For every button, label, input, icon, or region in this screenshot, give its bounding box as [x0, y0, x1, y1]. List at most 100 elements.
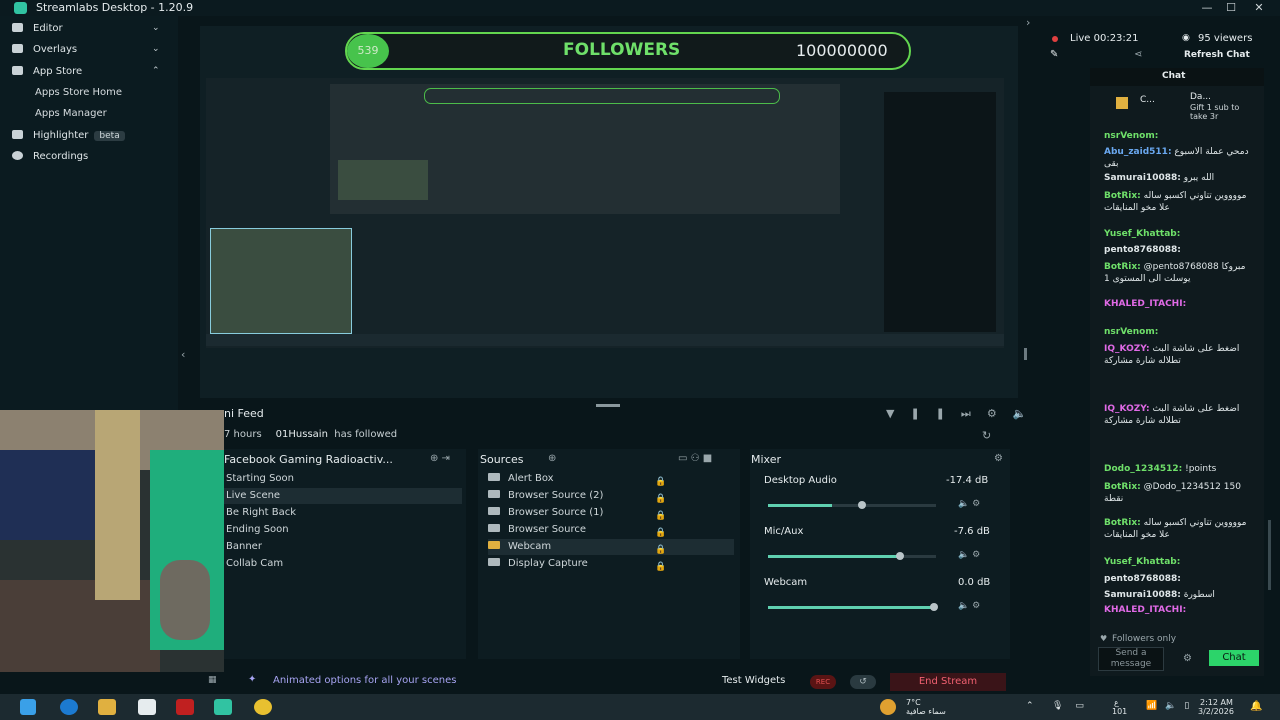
recordings-icon [12, 151, 23, 160]
source-item[interactable]: Display Capture [488, 556, 734, 572]
feed-controls[interactable]: ▼❚❚⏭⚙🔈 [886, 407, 1042, 421]
mixer-channel-name: Webcam [764, 577, 808, 588]
notification-bell-icon[interactable]: 🔔 [1250, 701, 1262, 712]
scene-add-icon[interactable]: ⊕ ⇥ [430, 453, 450, 464]
store-icon[interactable] [138, 699, 156, 715]
chat-message: Yusef_Khattab: [1104, 557, 1181, 567]
source-type-icon [488, 473, 500, 481]
sidebar-item-app-store[interactable]: App Store [12, 66, 82, 77]
nested-webcam-thumb [338, 160, 428, 200]
network-volume-battery-icons[interactable]: 📶🔈▯ [1146, 701, 1197, 711]
scene-item[interactable]: Starting Soon [224, 471, 462, 487]
chat-message: Yusef_Khattab: [1104, 229, 1181, 239]
share-icon[interactable]: ⋖ [1134, 49, 1142, 60]
settings-icon: ⚙ [986, 407, 1013, 420]
edit-icon[interactable]: ✎ [1050, 49, 1058, 60]
resize-handle[interactable] [596, 404, 620, 407]
gear-icon[interactable]: ⚙ [994, 453, 1003, 464]
gear-icon[interactable]: ⚙ [1183, 653, 1192, 664]
volume-slider[interactable] [768, 501, 936, 509]
followers-goal: 100000000 [796, 41, 888, 60]
chat-message: nsrVenom: [1104, 327, 1159, 337]
collapse-sidebar-icon[interactable]: ‹ [181, 348, 185, 361]
language-code: 101 [1112, 707, 1128, 716]
app-logo-icon [14, 2, 27, 14]
scene-item[interactable]: Banner [224, 539, 462, 555]
source-type-icon [488, 490, 500, 498]
filter-icon: ▼ [886, 407, 911, 420]
maximize-button[interactable]: ☐ [1220, 0, 1242, 16]
chat-message: nsrVenom: [1104, 131, 1159, 141]
scene-item[interactable]: Collab Cam [224, 556, 462, 572]
chat-message: pento8768088: [1104, 245, 1181, 255]
source-add-icon[interactable]: ⊕ [548, 453, 556, 464]
mute-icon[interactable]: 🔈 ⚙ [958, 499, 980, 509]
chrome-icon[interactable] [254, 699, 272, 715]
live-dot [1052, 36, 1058, 42]
minimize-button[interactable]: — [1196, 0, 1218, 16]
source-item[interactable]: Browser Source (1) [488, 505, 734, 521]
source-item[interactable]: Browser Source [488, 522, 734, 538]
chat-message: BotRix: مووووين تتاوني اكسبو ساله علا مخ… [1104, 518, 1247, 540]
lock-icon[interactable]: 🔒 🔒 🔒 🔒 🔒 🔒 [655, 474, 666, 576]
webcam-person [160, 560, 210, 640]
sidebar-item-recordings[interactable]: Recordings [12, 151, 88, 162]
chat-scrollbar[interactable] [1268, 520, 1271, 590]
sidebar-item-overlays[interactable]: Overlays [12, 44, 77, 55]
viewer-count: 95 viewers [1198, 33, 1253, 44]
sparkle-icon: ✦ [248, 674, 257, 685]
sidebar-item-highlighter[interactable]: Highlighter beta [12, 130, 125, 141]
nested-preview-chat [884, 92, 996, 332]
footer-info[interactable]: Animated options for all your scenes [273, 675, 456, 686]
stats-icon[interactable]: ▦ [208, 675, 217, 685]
mute-icon[interactable]: 🔈 ⚙ [958, 601, 980, 611]
sidebar-item-editor[interactable]: Editor [12, 23, 63, 34]
sidebar-item-apps-manager[interactable]: Apps Manager [35, 108, 107, 119]
window-title: Streamlabs Desktop - 1.20.9 [36, 1, 194, 14]
source-item[interactable]: Browser Source (2) [488, 488, 734, 504]
test-widgets-button[interactable]: Test Widgets [722, 675, 785, 686]
volume-slider[interactable] [768, 603, 938, 611]
weather-icon [880, 699, 896, 715]
source-item[interactable]: Alert Box [488, 471, 734, 487]
sidebar-item-apps-store-home[interactable]: Apps Store Home [35, 87, 122, 98]
overlays-icon [12, 44, 23, 53]
eye-icon: ◉ [1182, 33, 1190, 43]
end-stream-button[interactable]: End Stream [890, 673, 1006, 691]
windows-start-icon[interactable] [20, 699, 36, 715]
scene-item[interactable]: Be Right Back [224, 505, 462, 521]
chevron-up-icon[interactable]: ⌃ [1026, 701, 1034, 711]
send-chat-button[interactable]: Chat [1209, 650, 1259, 666]
volume-slider[interactable] [768, 552, 936, 560]
app-icon[interactable] [176, 699, 194, 715]
refresh-icon[interactable]: ↻ [982, 429, 991, 442]
source-item[interactable]: Webcam [488, 539, 734, 555]
scene-item[interactable]: Live Scene [224, 488, 462, 504]
edge-icon[interactable] [60, 699, 78, 715]
nested-taskbar [206, 334, 1004, 346]
weather-desc: سماء صافية [906, 707, 946, 716]
record-button[interactable]: REC [810, 675, 836, 689]
file-explorer-icon[interactable] [98, 699, 116, 715]
followers-only-label: Followers only [1112, 634, 1177, 644]
refresh-chat-button[interactable]: Refresh Chat [1184, 50, 1250, 60]
streamlabs-icon[interactable] [214, 699, 232, 715]
chat-message: Dodo_1234512: !points [1104, 464, 1217, 474]
mixer-channel-db: 0.0 dB [958, 577, 991, 588]
webcam-sofa [0, 450, 110, 540]
replay-buffer-icon[interactable]: ↺ [850, 675, 876, 689]
nested-webcam-source[interactable] [210, 228, 352, 334]
close-button[interactable]: ✕ [1248, 0, 1270, 16]
scene-item[interactable]: Ending Soon [224, 522, 462, 538]
mute-icon[interactable]: 🔈 ⚙ [958, 550, 980, 560]
chat-message: pento8768088: [1104, 574, 1181, 584]
chat-tab[interactable]: Chat [1162, 71, 1185, 81]
expand-chat-icon[interactable]: › [1026, 16, 1030, 29]
pinned-left: C... [1140, 95, 1155, 105]
chat-input[interactable]: Send a message [1098, 647, 1164, 671]
pause-icon: ❚❚ [910, 407, 961, 420]
resize-handle[interactable] [1024, 348, 1027, 360]
source-tools-icon[interactable]: ▭ ⚇ ■ [678, 453, 712, 464]
source-type-icon [488, 524, 500, 532]
tray-icons[interactable]: 🎙▭ [1052, 701, 1096, 711]
